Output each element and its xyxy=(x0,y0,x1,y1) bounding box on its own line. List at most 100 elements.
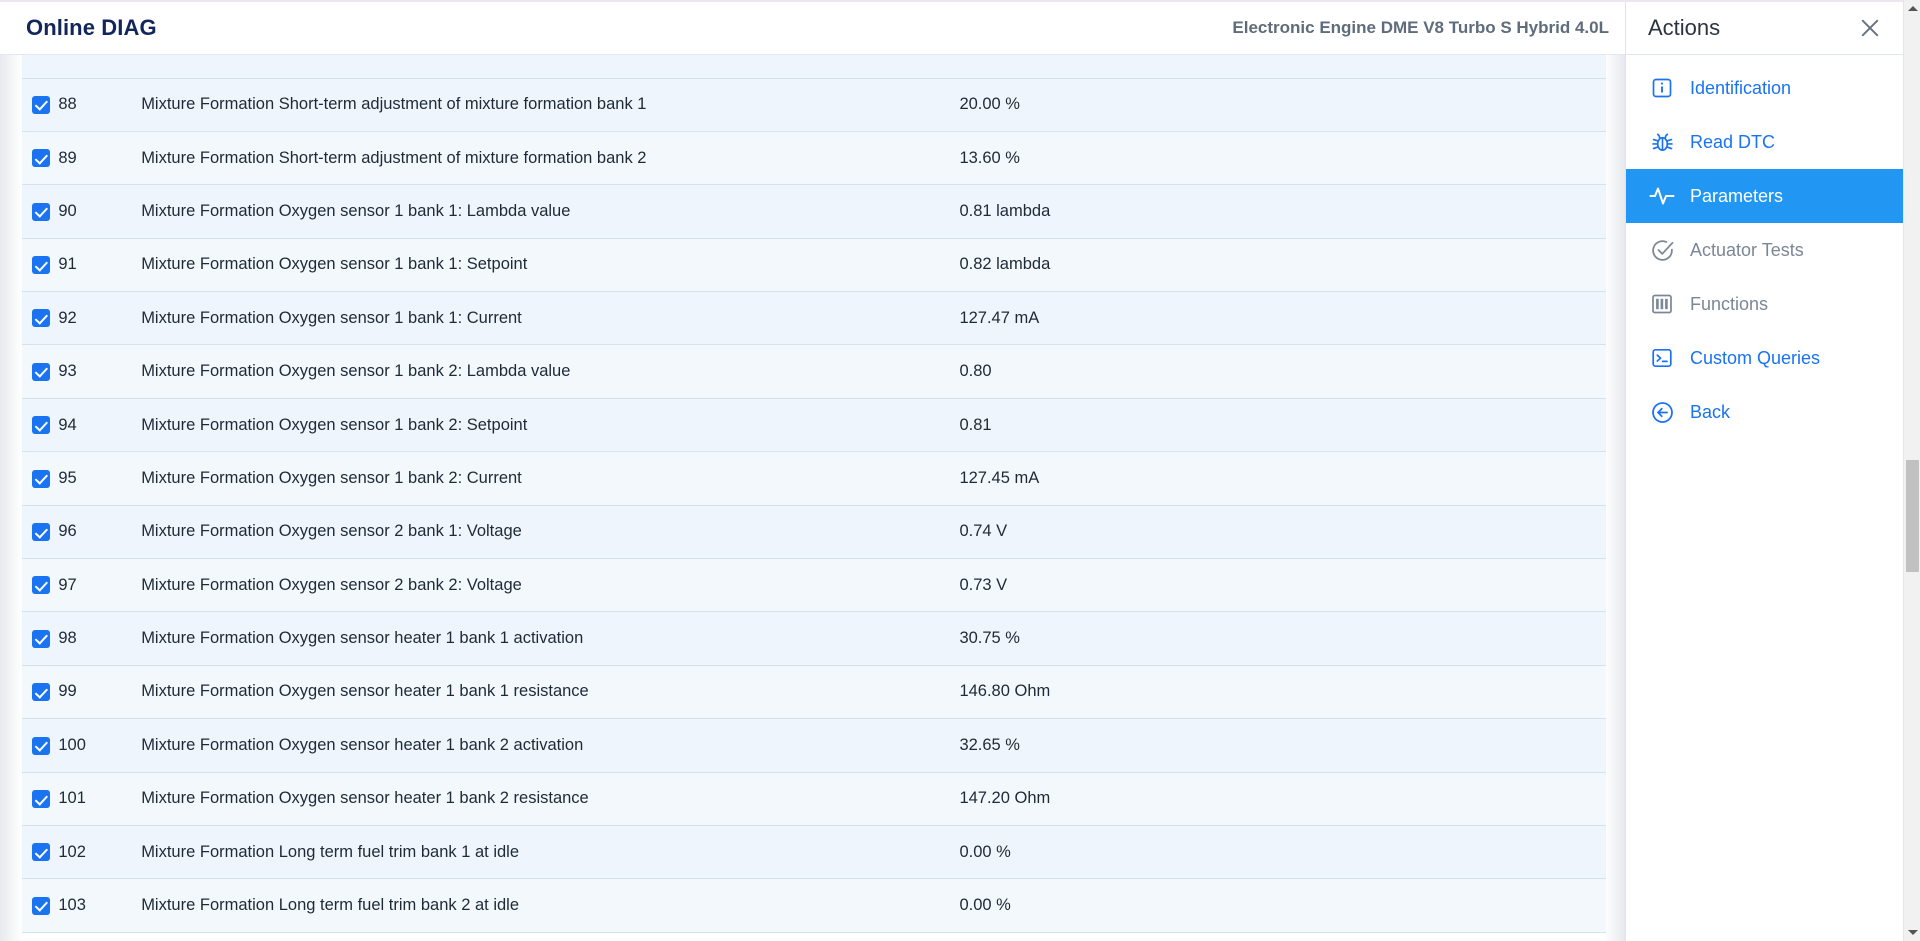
row-name: Mixture Formation Oxygen sensor heater 1… xyxy=(141,735,584,754)
row-name: Mixture Formation Oxygen sensor 1 bank 1… xyxy=(141,308,522,327)
row-checkbox[interactable] xyxy=(32,896,50,915)
row-checkbox[interactable] xyxy=(32,202,50,221)
row-checkbox-cell[interactable] xyxy=(22,78,59,132)
row-id: 95 xyxy=(58,468,77,487)
table-row[interactable]: 99 Mixture Formation Oxygen sensor heater… xyxy=(22,665,1606,720)
row-checkbox-cell[interactable] xyxy=(22,451,59,506)
row-value-cell: 0.74 V xyxy=(959,505,1606,560)
row-checkbox-cell[interactable] xyxy=(22,238,59,293)
scrollbar-up-arrow-icon[interactable] xyxy=(1904,0,1920,17)
row-checkbox[interactable] xyxy=(32,629,50,648)
row-value-cell: 0.80 xyxy=(959,344,1606,399)
table-row[interactable]: 98 Mixture Formation Oxygen sensor heater… xyxy=(22,611,1606,666)
row-id: 94 xyxy=(58,415,77,434)
row-checkbox-cell[interactable] xyxy=(22,184,59,239)
actions-panel: Actions Identification Read DTC Parameters… xyxy=(1625,2,1903,941)
row-value-cell: 0.00 % xyxy=(959,825,1606,880)
scrollbar-down-arrow-icon[interactable] xyxy=(1904,924,1920,941)
row-id: 96 xyxy=(58,522,77,541)
row-id: 92 xyxy=(58,308,77,327)
row-checkbox[interactable] xyxy=(32,843,50,862)
row-checkbox[interactable] xyxy=(32,149,50,168)
table-row[interactable]: 91 Mixture Formation Oxygen sensor 1 bank… xyxy=(22,238,1606,293)
action-item-back[interactable]: Back xyxy=(1626,385,1903,439)
table-cell xyxy=(58,55,142,79)
activity-pulse-icon xyxy=(1649,183,1675,209)
app-header: Online DIAG Electronic Engine DME V8 Tur… xyxy=(0,2,1625,55)
row-checkbox-cell[interactable] xyxy=(22,665,59,720)
action-item-actuator-tests: Actuator Tests xyxy=(1626,223,1903,277)
table-row[interactable]: 90 Mixture Formation Oxygen sensor 1 bank… xyxy=(22,184,1606,239)
table-row[interactable]: 89 Mixture Formation Short-term adjustmen… xyxy=(22,131,1606,186)
row-checkbox-cell[interactable] xyxy=(22,772,59,826)
row-name: Mixture Formation Long term fuel trim ba… xyxy=(141,896,520,915)
row-checkbox-cell[interactable] xyxy=(22,558,59,613)
row-checkbox-cell[interactable] xyxy=(22,611,59,666)
row-checkbox[interactable] xyxy=(32,736,50,755)
table-row[interactable]: 102 Mixture Formation Long term fuel trim… xyxy=(22,825,1606,880)
table-row[interactable]: 97 Mixture Formation Oxygen sensor 2 bank… xyxy=(22,558,1606,613)
row-checkbox[interactable] xyxy=(32,469,50,488)
row-checkbox-cell[interactable] xyxy=(22,344,59,399)
row-name: Mixture Formation Oxygen sensor 1 bank 1… xyxy=(141,255,528,274)
table-row[interactable]: 100 Mixture Formation Oxygen sensor heate… xyxy=(22,718,1606,773)
row-checkbox-cell[interactable] xyxy=(22,505,59,560)
row-checkbox-cell[interactable] xyxy=(22,878,59,933)
table-row[interactable]: 92 Mixture Formation Oxygen sensor 1 bank… xyxy=(22,291,1606,346)
parameters-table-viewport[interactable]: 88 Mixture Formation Short-term adjustmen… xyxy=(0,55,1625,941)
row-checkbox-cell[interactable] xyxy=(22,131,59,186)
table-row[interactable]: 103 Mixture Formation Long term fuel trim… xyxy=(22,878,1606,933)
row-name: Mixture Formation Long term fuel trim ba… xyxy=(141,842,520,861)
row-id-cell: 98 xyxy=(58,611,142,666)
actions-list: Identification Read DTC Parameters Actuator… xyxy=(1626,55,1903,439)
row-name: Mixture Formation Oxygen sensor 2 bank 1… xyxy=(141,522,522,541)
table-row[interactable]: 93 Mixture Formation Oxygen sensor 1 bank… xyxy=(22,344,1606,399)
row-checkbox[interactable] xyxy=(32,256,50,274)
action-item-label: Identification xyxy=(1690,78,1792,98)
info-box-icon xyxy=(1649,75,1675,101)
actions-panel-title: Actions xyxy=(1648,15,1721,40)
row-name: Mixture Formation Short-term adjustment … xyxy=(141,148,647,167)
table-row[interactable]: 88 Mixture Formation Short-term adjustmen… xyxy=(22,78,1606,132)
row-id-cell: 97 xyxy=(58,558,142,613)
action-item-identification[interactable]: Identification xyxy=(1626,61,1903,115)
row-checkbox[interactable] xyxy=(32,789,50,808)
row-value: 30.75 % xyxy=(959,629,1020,648)
row-name-cell: Mixture Formation Oxygen sensor 2 bank 1… xyxy=(141,505,960,560)
row-name-cell: Mixture Formation Oxygen sensor 1 bank 1… xyxy=(141,291,960,346)
row-id: 102 xyxy=(58,842,86,861)
close-icon[interactable] xyxy=(1857,15,1883,41)
row-checkbox[interactable] xyxy=(32,309,50,328)
row-name-cell: Mixture Formation Oxygen sensor heater 1… xyxy=(141,772,960,826)
row-checkbox[interactable] xyxy=(32,416,50,435)
row-checkbox-cell[interactable] xyxy=(22,825,59,880)
browser-scrollbar[interactable] xyxy=(1903,0,1920,941)
row-checkbox[interactable] xyxy=(32,362,50,381)
row-checkbox[interactable] xyxy=(32,576,50,595)
row-checkbox[interactable] xyxy=(32,683,50,702)
action-item-custom-queries[interactable]: Custom Queries xyxy=(1626,331,1903,385)
scrollbar-thumb[interactable] xyxy=(1906,460,1919,572)
row-checkbox[interactable] xyxy=(32,522,50,541)
action-item-read-dtc[interactable]: Read DTC xyxy=(1626,115,1903,169)
row-name-cell: Mixture Formation Long term fuel trim ba… xyxy=(141,825,960,880)
row-name: Mixture Formation Oxygen sensor heater 1… xyxy=(141,682,589,701)
row-value-cell: 127.45 mA xyxy=(959,451,1606,506)
row-name: Mixture Formation Oxygen sensor 1 bank 2… xyxy=(141,415,528,434)
row-value: 0.74 V xyxy=(959,522,1008,541)
row-checkbox-cell[interactable] xyxy=(22,291,59,346)
row-checkbox-cell[interactable] xyxy=(22,398,59,453)
row-value-cell: 30.75 % xyxy=(959,611,1606,666)
row-id-cell: 96 xyxy=(58,505,142,560)
action-item-parameters[interactable]: Parameters xyxy=(1626,169,1903,223)
table-row[interactable]: 95 Mixture Formation Oxygen sensor 1 bank… xyxy=(22,451,1606,506)
row-value: 0.73 V xyxy=(959,575,1008,594)
row-id-cell: 95 xyxy=(58,451,142,506)
row-checkbox-cell[interactable] xyxy=(22,718,59,773)
table-row[interactable]: 94 Mixture Formation Oxygen sensor 1 bank… xyxy=(22,398,1606,453)
table-row[interactable]: 101 Mixture Formation Oxygen sensor heate… xyxy=(22,772,1606,826)
row-checkbox[interactable] xyxy=(32,95,50,114)
table-row[interactable]: 96 Mixture Formation Oxygen sensor 2 bank… xyxy=(22,505,1606,560)
circle-arrow-left-icon xyxy=(1649,399,1675,425)
row-value: 0.81 xyxy=(959,415,992,434)
